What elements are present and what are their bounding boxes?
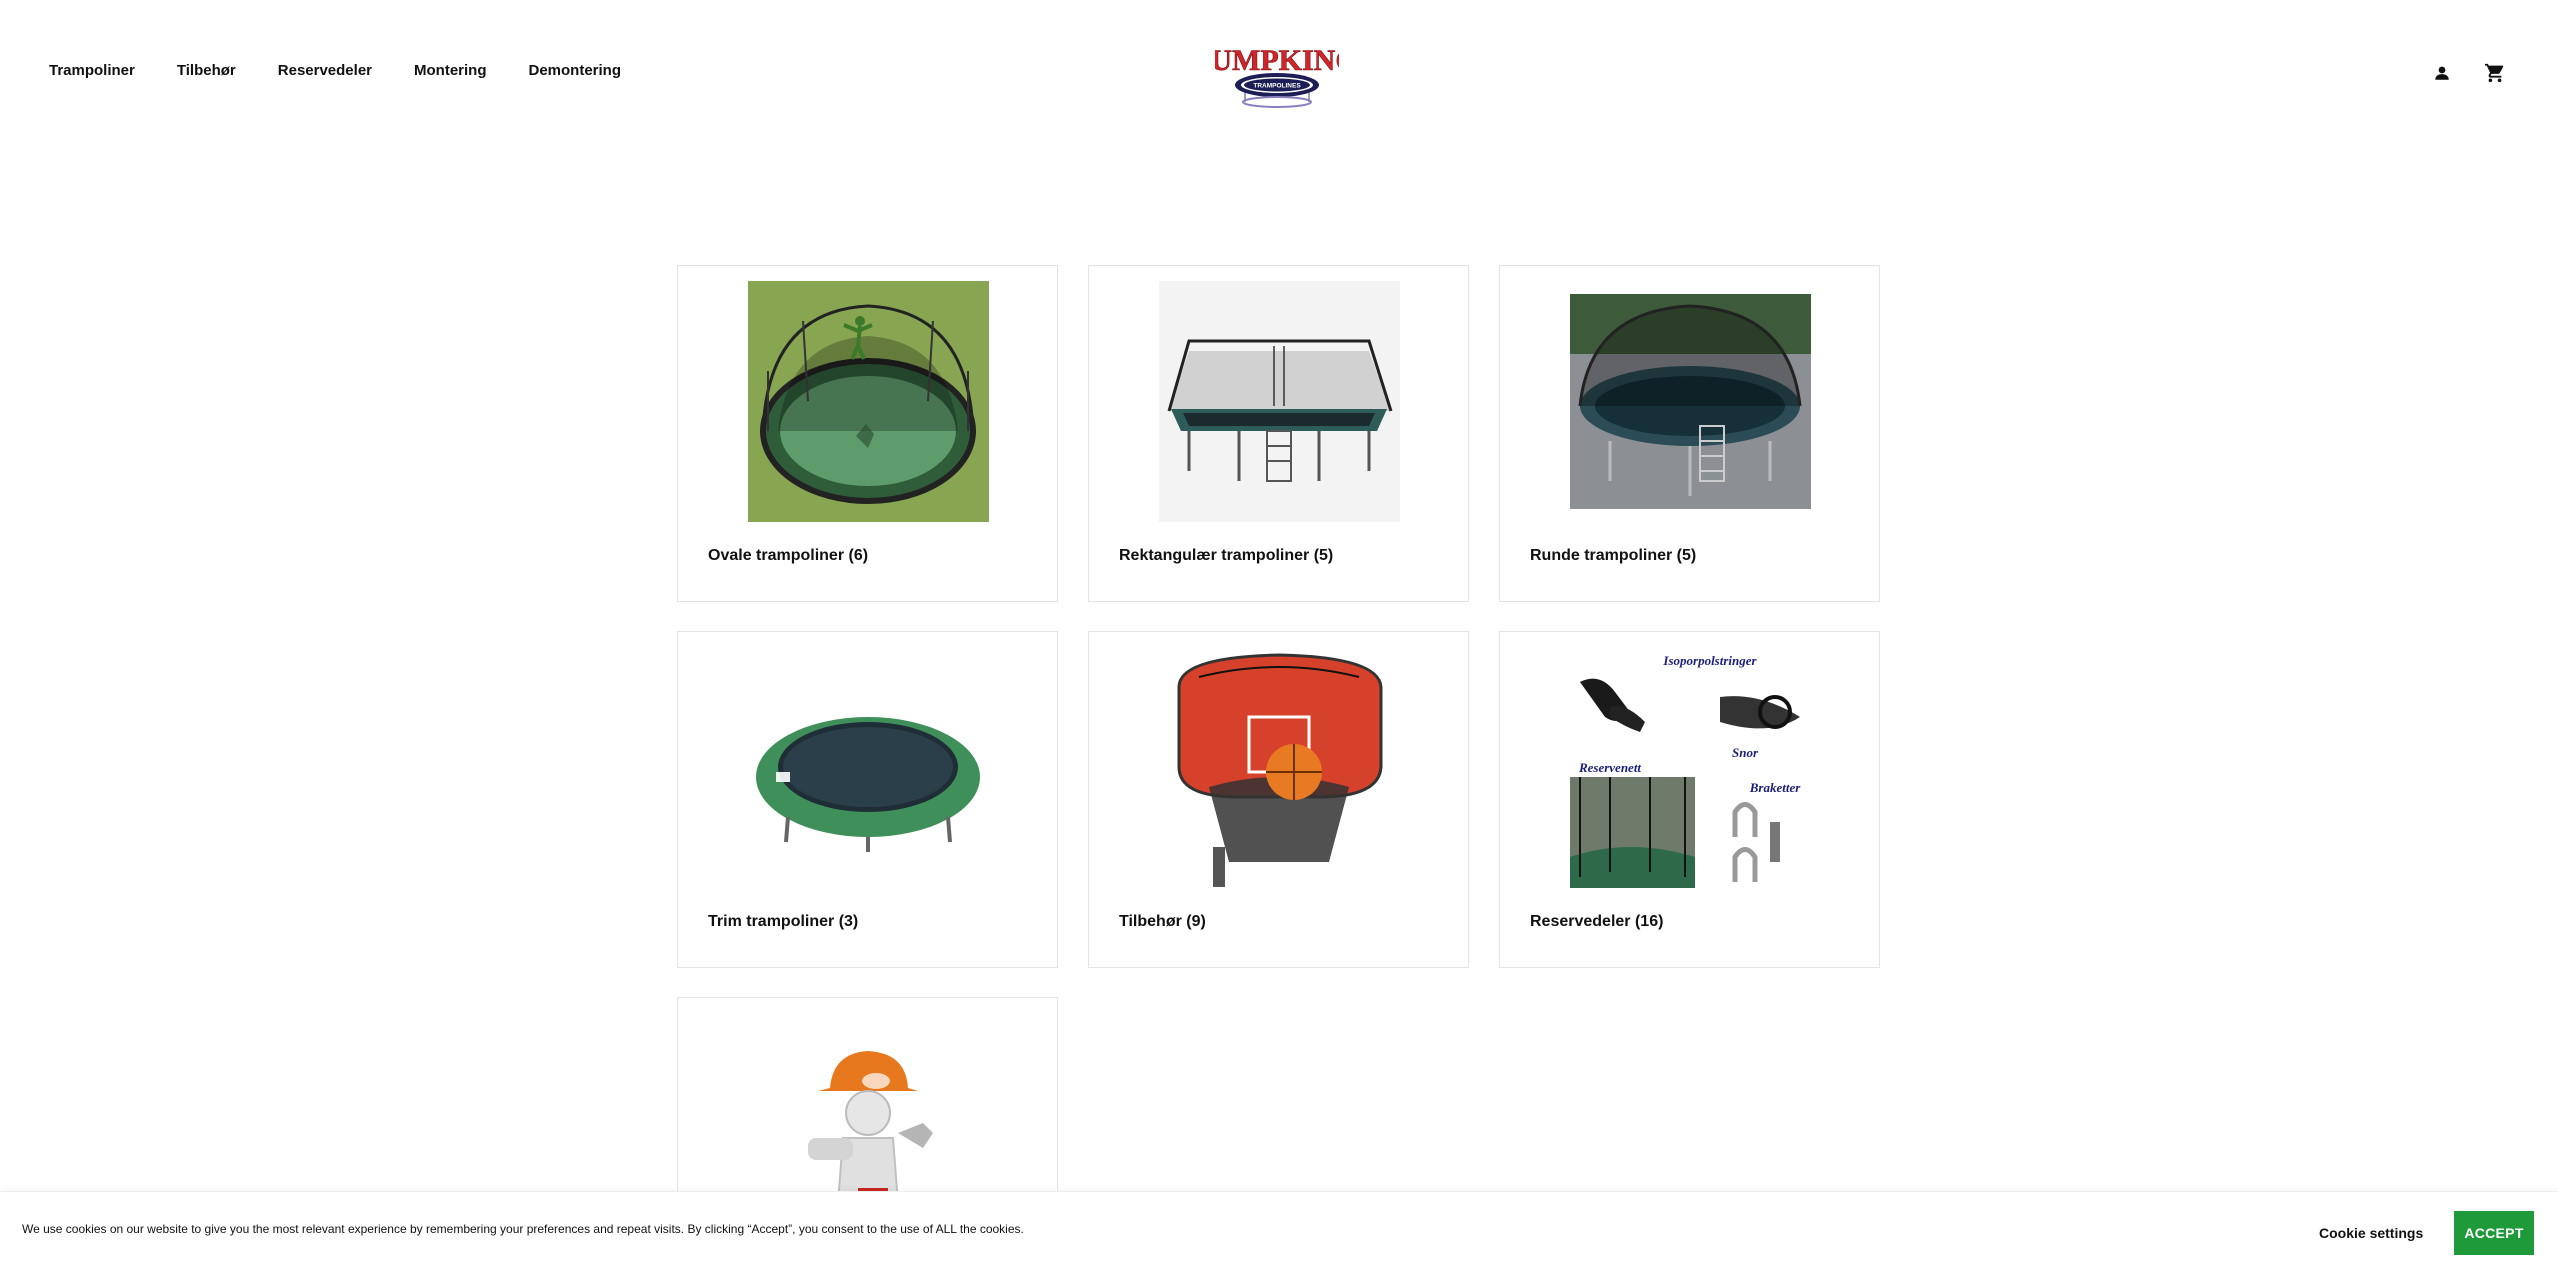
logo-wordmark: JUMPKING xyxy=(1215,44,1339,77)
spare-label-cord: Snor xyxy=(1732,745,1759,760)
category-card-trim[interactable]: Trim trampoliner (3) xyxy=(677,631,1058,968)
spare-label-padding: Isoporpolstringer xyxy=(1662,653,1757,668)
category-card-spare-parts[interactable]: Isoporpolstringer Snor Reservenett Brake… xyxy=(1499,631,1880,968)
category-card-accessories[interactable]: Tilbehør (9) xyxy=(1088,631,1469,968)
category-title: Tilbehør (9) xyxy=(1119,913,1206,930)
cookie-settings-button[interactable]: Cookie settings xyxy=(2307,1213,2435,1253)
nav-item-trampoliner[interactable]: Trampoliner xyxy=(49,62,135,79)
category-title: Reservedeler (16) xyxy=(1530,913,1664,930)
person-icon[interactable] xyxy=(2427,58,2457,88)
basketball-hoop-image xyxy=(1159,647,1400,888)
nav-item-tilbehor[interactable]: Tilbehør xyxy=(177,62,236,79)
category-title: Runde trampoliner (5) xyxy=(1530,547,1697,564)
rectangular-trampoline-image xyxy=(1159,281,1400,522)
category-card-rectangular[interactable]: Rektangulær trampoliner (5) xyxy=(1088,265,1469,602)
spare-label-brackets: Braketter xyxy=(1749,780,1801,795)
category-title: Ovale trampoliner (6) xyxy=(708,547,869,564)
shopping-cart-icon[interactable] xyxy=(2480,58,2510,88)
trim-trampoline-image xyxy=(748,647,989,888)
nav-item-montering[interactable]: Montering xyxy=(414,62,487,79)
category-title: Trim trampoliner (3) xyxy=(708,913,859,930)
main-nav: Trampoliner Tilbehør Reservedeler Monter… xyxy=(49,62,663,79)
oval-trampoline-image xyxy=(748,281,989,522)
site-header: Trampoliner Tilbehør Reservedeler Monter… xyxy=(0,0,2558,145)
cookie-accept-button[interactable]: ACCEPT xyxy=(2454,1211,2534,1255)
logo-subtitle: TRAMPOLINES xyxy=(1253,83,1301,90)
round-trampoline-image xyxy=(1570,281,1811,522)
spare-label-net: Reservenett xyxy=(1578,760,1641,775)
cookie-banner: We use cookies on our website to give yo… xyxy=(0,1191,2558,1271)
jumpking-logo[interactable]: JUMPKING TRAMPOLINES xyxy=(1195,38,1359,110)
nav-item-demontering[interactable]: Demontering xyxy=(529,62,622,79)
category-title: Rektangulær trampoliner (5) xyxy=(1119,547,1334,564)
cookie-consent-text: We use cookies on our website to give yo… xyxy=(22,1222,1024,1236)
category-card-oval[interactable]: Ovale trampoliner (6) xyxy=(677,265,1058,602)
spare-parts-image: Isoporpolstringer Snor Reservenett Brake… xyxy=(1570,647,1811,888)
nav-item-reservedeler[interactable]: Reservedeler xyxy=(278,62,372,79)
category-card-round[interactable]: Runde trampoliner (5) xyxy=(1499,265,1880,602)
